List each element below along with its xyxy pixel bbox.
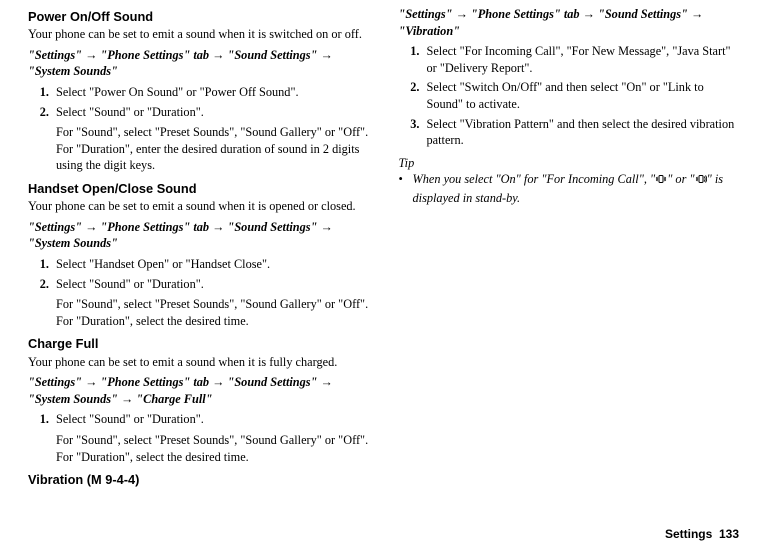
- step: Select "Sound" or "Duration". For "Sound…: [52, 104, 369, 174]
- section-charge-full: Charge Full Your phone can be set to emi…: [28, 335, 369, 465]
- tip-part: " or ": [667, 172, 694, 186]
- step: Select "Vibration Pattern" and then sele…: [423, 116, 740, 149]
- path-vibration: "Settings" → "Phone Settings" tab → "Sou…: [399, 6, 740, 39]
- intro-handset: Your phone can be set to emit a sound wh…: [28, 198, 369, 215]
- step-text: Select "For Incoming Call", "For New Mes…: [427, 44, 731, 75]
- step-text: Select "Switch On/Off" and then select "…: [427, 80, 704, 111]
- path-handset: "Settings" → "Phone Settings" tab → "Sou…: [28, 219, 369, 252]
- footer-page: 133: [719, 527, 739, 541]
- step: Select "For Incoming Call", "For New Mes…: [423, 43, 740, 76]
- path-text: "Settings" → "Phone Settings" tab → "Sou…: [28, 48, 333, 79]
- heading-power: Power On/Off Sound: [28, 8, 369, 25]
- tip-heading: Tip: [399, 155, 740, 172]
- intro-charge: Your phone can be set to emit a sound wh…: [28, 354, 369, 371]
- step-text: Select "Sound" or "Duration".: [56, 277, 204, 291]
- vibrate-icon: [655, 173, 667, 190]
- step-text: Select "Power On Sound" or "Power Off So…: [56, 85, 299, 99]
- menu-code: (M 9-4-4): [87, 472, 140, 487]
- steps-handset: Select "Handset Open" or "Handset Close"…: [28, 256, 369, 329]
- path-text: "Settings" → "Phone Settings" tab → "Sou…: [28, 220, 333, 251]
- step-text: Select "Handset Open" or "Handset Close"…: [56, 257, 270, 271]
- path-power: "Settings" → "Phone Settings" tab → "Sou…: [28, 47, 369, 80]
- tip-bullet: •: [399, 171, 413, 206]
- footer-category: Settings: [665, 527, 712, 541]
- step-sub: For "Sound", select "Preset Sounds", "So…: [56, 124, 369, 174]
- step-text: Select "Vibration Pattern" and then sele…: [427, 117, 735, 148]
- steps-power: Select "Power On Sound" or "Power Off So…: [28, 84, 369, 174]
- heading-charge: Charge Full: [28, 335, 369, 352]
- path-text: "Settings" → "Phone Settings" tab → "Sou…: [399, 7, 704, 38]
- step: Select "Power On Sound" or "Power Off So…: [52, 84, 369, 101]
- page-footer: Settings 133: [665, 526, 739, 542]
- intro-power: Your phone can be set to emit a sound wh…: [28, 26, 369, 43]
- step: Select "Switch On/Off" and then select "…: [423, 79, 740, 112]
- tip-text: When you select "On" for "For Incoming C…: [413, 171, 740, 206]
- heading-text: Vibration: [28, 472, 83, 487]
- tip-part: When you select "On" for "For Incoming C…: [413, 172, 656, 186]
- step-sub: For "Sound", select "Preset Sounds", "So…: [56, 296, 369, 329]
- step-text: Select "Sound" or "Duration".: [56, 105, 204, 119]
- step-text: Select "Sound" or "Duration".: [56, 412, 204, 426]
- heading-handset: Handset Open/Close Sound: [28, 180, 369, 197]
- vibrate-ring-icon: [695, 173, 707, 190]
- section-handset-sound: Handset Open/Close Sound Your phone can …: [28, 180, 369, 329]
- path-charge: "Settings" → "Phone Settings" tab → "Sou…: [28, 374, 369, 407]
- step: Select "Sound" or "Duration". For "Sound…: [52, 411, 369, 465]
- step: Select "Handset Open" or "Handset Close"…: [52, 256, 369, 273]
- steps-charge: Select "Sound" or "Duration". For "Sound…: [28, 411, 369, 465]
- step-sub: For "Sound", select "Preset Sounds", "So…: [56, 432, 369, 465]
- steps-vibration: Select "For Incoming Call", "For New Mes…: [399, 43, 740, 149]
- heading-vibration: Vibration (M 9-4-4): [28, 471, 369, 488]
- tip-row: • When you select "On" for "For Incoming…: [399, 171, 740, 206]
- path-text: "Settings" → "Phone Settings" tab → "Sou…: [28, 375, 333, 406]
- step: Select "Sound" or "Duration". For "Sound…: [52, 276, 369, 330]
- section-power-sound: Power On/Off Sound Your phone can be set…: [28, 8, 369, 174]
